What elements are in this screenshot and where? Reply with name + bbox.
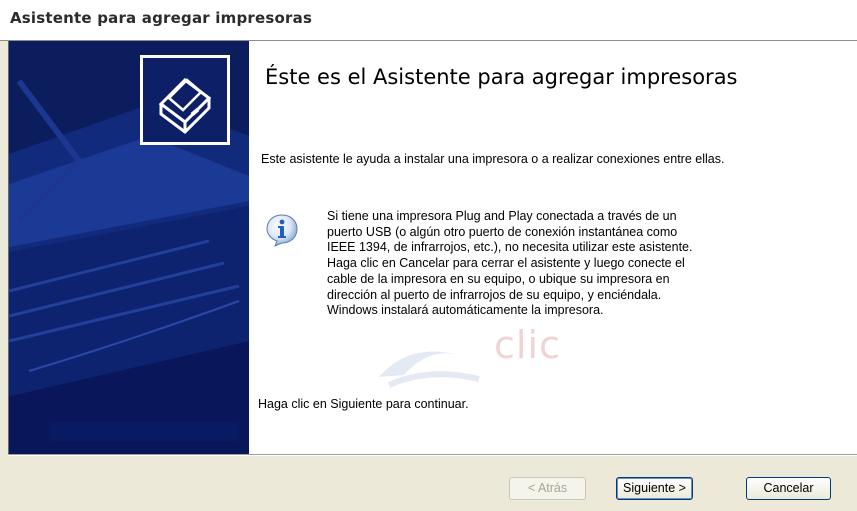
back-button[interactable]: < Atrás xyxy=(509,477,586,500)
printer-wizard-icon xyxy=(140,55,230,145)
intro-text: Este asistente le ayuda a instalar una i… xyxy=(261,152,725,166)
plug-and-play-info: Si tiene una impresora Plug and Play con… xyxy=(327,209,693,318)
wizard-window: Asistente para agregar impresoras Éste e… xyxy=(0,0,857,511)
wizard-content: Éste es el Asistente para agregar impres… xyxy=(249,41,857,454)
watermark-text: clic xyxy=(494,323,561,367)
watermark-swoosh xyxy=(379,351,480,388)
footer-divider-highlight xyxy=(8,455,857,456)
continue-instruction: Haga clic en Siguiente para continuar. xyxy=(258,397,469,411)
next-button[interactable]: Siguiente > xyxy=(616,477,693,500)
cancel-button[interactable]: Cancelar xyxy=(746,477,831,500)
title-bar[interactable]: Asistente para agregar impresoras xyxy=(0,0,857,40)
info-icon xyxy=(265,213,299,247)
window-title: Asistente para agregar impresoras xyxy=(10,9,313,27)
wizard-side-banner xyxy=(8,41,249,454)
page-title: Éste es el Asistente para agregar impres… xyxy=(265,65,738,89)
